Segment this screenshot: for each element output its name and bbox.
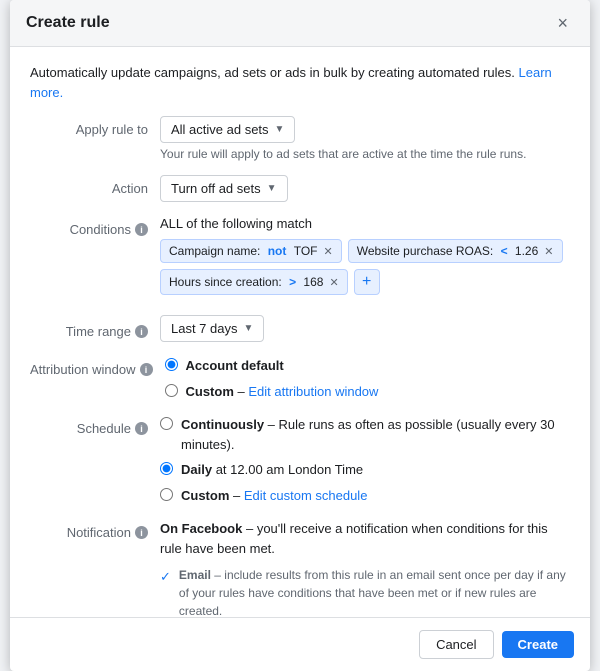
- apply-rule-row: Apply rule to All active ad sets ▼ Your …: [30, 116, 570, 161]
- conditions-tags-row2: Hours since creation: > 168 ✕ +: [160, 269, 570, 295]
- schedule-content: Continuously – Rule runs as often as pos…: [160, 415, 570, 505]
- modal-title: Create rule: [26, 14, 110, 32]
- cancel-button[interactable]: Cancel: [419, 630, 493, 659]
- action-content: Turn off ad sets ▼: [160, 175, 570, 202]
- conditions-tags: Campaign name: not TOF ✕ Website purchas…: [160, 239, 570, 263]
- tag-hours-close-icon[interactable]: ✕: [329, 276, 338, 289]
- time-range-row: Time range i Last 7 days ▼: [30, 315, 570, 342]
- attribution-row: Attribution window i Account default Cus…: [30, 356, 570, 401]
- edit-attribution-link[interactable]: Edit attribution window: [248, 384, 378, 399]
- notification-content: On Facebook – you'll receive a notificat…: [160, 519, 570, 617]
- tag-campaign-name: Campaign name: not TOF ✕: [160, 239, 342, 263]
- attribution-custom: Custom – Edit attribution window: [165, 382, 571, 402]
- schedule-continuously: Continuously – Rule runs as often as pos…: [160, 415, 570, 454]
- schedule-continuously-radio[interactable]: [160, 417, 173, 430]
- schedule-custom: Custom – Edit custom schedule: [160, 486, 570, 506]
- attribution-info-icon: i: [140, 363, 153, 376]
- attribution-custom-radio[interactable]: [165, 384, 178, 397]
- attribution-label: Attribution window i: [30, 356, 165, 377]
- attribution-account-default-radio[interactable]: [165, 358, 178, 371]
- time-range-select[interactable]: Last 7 days ▼: [160, 315, 264, 342]
- time-range-label: Time range i: [30, 318, 160, 339]
- tag-roas-close-icon[interactable]: ✕: [544, 245, 553, 258]
- time-range-caret-icon: ▼: [244, 323, 254, 334]
- apply-rule-caret-icon: ▼: [275, 124, 285, 135]
- attribution-content: Account default Custom – Edit attributio…: [165, 356, 571, 401]
- schedule-daily-radio[interactable]: [160, 462, 173, 475]
- apply-rule-label: Apply rule to: [30, 116, 160, 137]
- schedule-info-icon: i: [135, 422, 148, 435]
- notification-email-row: ✓ Email – include results from this rule…: [160, 566, 570, 617]
- tag-roas: Website purchase ROAS: < 1.26 ✕: [348, 239, 563, 263]
- action-select[interactable]: Turn off ad sets ▼: [160, 175, 288, 202]
- schedule-label: Schedule i: [30, 415, 160, 436]
- schedule-row: Schedule i Continuously – Rule runs as o…: [30, 415, 570, 505]
- time-range-info-icon: i: [135, 325, 148, 338]
- create-button[interactable]: Create: [502, 631, 574, 658]
- tag-hours: Hours since creation: > 168 ✕: [160, 269, 348, 295]
- apply-rule-select[interactable]: All active ad sets ▼: [160, 116, 295, 143]
- edit-schedule-link[interactable]: Edit custom schedule: [244, 488, 368, 503]
- conditions-header: ALL of the following match: [160, 216, 570, 231]
- schedule-custom-radio[interactable]: [160, 488, 173, 501]
- modal-header: Create rule ×: [10, 0, 590, 47]
- email-check-icon: ✓: [160, 567, 171, 587]
- modal-footer: Cancel Create: [10, 617, 590, 671]
- description-text: Automatically update campaigns, ad sets …: [30, 63, 570, 102]
- tag-campaign-close-icon[interactable]: ✕: [324, 245, 333, 258]
- conditions-info-icon: i: [135, 223, 148, 236]
- attribution-account-default: Account default: [165, 356, 571, 376]
- apply-rule-content: All active ad sets ▼ Your rule will appl…: [160, 116, 570, 161]
- notification-label: Notification i: [30, 519, 160, 540]
- schedule-daily: Daily at 12.00 am London Time: [160, 460, 570, 480]
- time-range-content: Last 7 days ▼: [160, 315, 570, 342]
- create-rule-modal: Create rule × Automatically update campa…: [10, 0, 590, 671]
- schedule-radio-group: Continuously – Rule runs as often as pos…: [160, 415, 570, 505]
- close-button[interactable]: ×: [551, 12, 574, 34]
- apply-rule-hint: Your rule will apply to ad sets that are…: [160, 147, 570, 161]
- conditions-label: Conditions i: [30, 216, 160, 237]
- modal-body: Automatically update campaigns, ad sets …: [10, 47, 590, 617]
- attribution-radio-group: Account default Custom – Edit attributio…: [165, 356, 571, 401]
- conditions-content: ALL of the following match Campaign name…: [160, 216, 570, 301]
- notification-row: Notification i On Facebook – you'll rece…: [30, 519, 570, 617]
- notification-info-icon: i: [135, 526, 148, 539]
- add-condition-button[interactable]: +: [354, 269, 380, 295]
- conditions-row: Conditions i ALL of the following match …: [30, 216, 570, 301]
- notification-text: On Facebook – you'll receive a notificat…: [160, 519, 570, 558]
- action-label: Action: [30, 175, 160, 196]
- action-row: Action Turn off ad sets ▼: [30, 175, 570, 202]
- action-caret-icon: ▼: [267, 183, 277, 194]
